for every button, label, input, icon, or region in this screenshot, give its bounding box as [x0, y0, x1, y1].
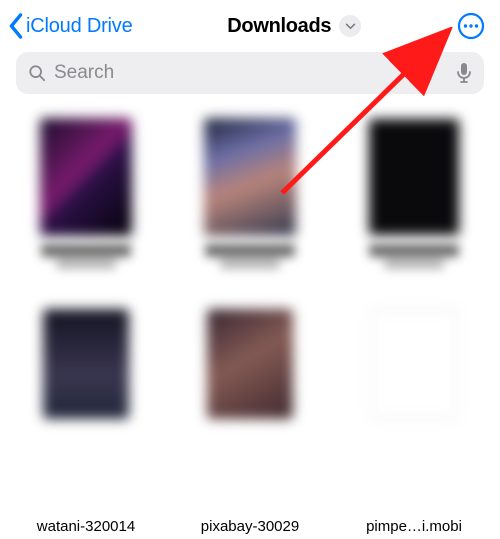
dictate-button[interactable]	[456, 62, 472, 84]
chevron-down-icon	[345, 23, 356, 30]
file-thumbnail	[204, 118, 296, 236]
file-name: watani-320014	[18, 518, 154, 539]
file-item[interactable]	[182, 309, 318, 419]
search-icon	[28, 64, 46, 82]
file-thumbnail	[371, 309, 457, 419]
nav-bar: iCloud Drive Downloads	[0, 0, 500, 48]
file-item[interactable]	[18, 309, 154, 419]
page-title: Downloads	[227, 15, 331, 38]
search-field[interactable]	[16, 52, 484, 94]
microphone-icon	[456, 62, 472, 84]
file-name: pimpe…i.mobi	[346, 518, 482, 539]
chevron-left-icon	[8, 13, 24, 39]
folder-switcher[interactable]	[339, 15, 361, 37]
file-item[interactable]	[182, 118, 318, 269]
file-name: pixabay-30029	[182, 518, 318, 539]
file-thumbnail	[40, 118, 132, 236]
back-label: iCloud Drive	[26, 15, 133, 38]
file-item[interactable]	[18, 118, 154, 269]
ellipsis-circle-icon	[457, 12, 485, 40]
file-grid	[0, 104, 500, 419]
file-thumbnail	[43, 309, 129, 419]
file-item[interactable]	[346, 118, 482, 269]
file-thumbnail	[368, 118, 460, 236]
more-options-button[interactable]	[456, 11, 486, 41]
file-thumbnail	[207, 309, 293, 419]
file-labels-row: watani-320014 pixabay-30029 pimpe…i.mobi	[0, 518, 500, 539]
search-input[interactable]	[54, 62, 448, 84]
back-button[interactable]: iCloud Drive	[8, 13, 133, 39]
file-item[interactable]	[346, 309, 482, 419]
